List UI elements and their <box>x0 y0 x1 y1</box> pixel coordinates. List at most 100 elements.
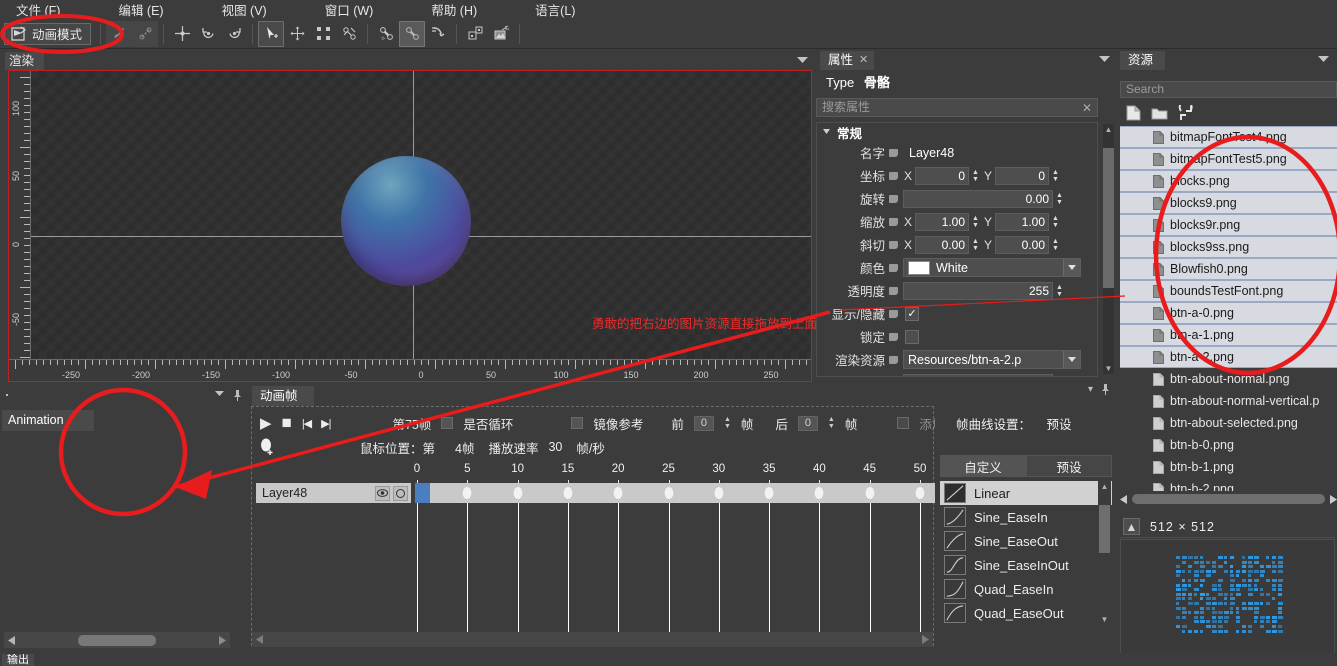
timeline-track-header[interactable]: Layer48 <box>256 483 411 503</box>
stop-button[interactable]: ■ <box>282 413 292 433</box>
timeline-playhead-block[interactable] <box>415 483 430 503</box>
keyframe-marker[interactable] <box>713 486 725 500</box>
loop-checkbox[interactable] <box>441 417 454 429</box>
resource-list-item[interactable]: boundsTestFont.png <box>1120 280 1337 302</box>
open-folder-icon[interactable] <box>1151 106 1168 121</box>
skew-y-input[interactable]: 0.00 <box>995 235 1049 254</box>
tab-preset-curve[interactable]: 预设 <box>1026 455 1112 477</box>
resources-menu-chevron-icon[interactable] <box>1318 56 1329 63</box>
after-frames-input[interactable]: 0 <box>797 415 818 431</box>
keyframe-marker[interactable] <box>763 486 775 500</box>
resource-list-item[interactable]: btn-about-normal-vertical.p <box>1120 390 1337 412</box>
resources-list[interactable]: bitmapFontTest4.png bitmapFontTest5.png bl… <box>1120 126 1337 491</box>
last-frame-button[interactable]: ▶| <box>321 417 331 430</box>
new-file-icon[interactable] <box>1126 105 1141 121</box>
clear-search-icon[interactable]: ✕ <box>1082 100 1092 117</box>
output-tab[interactable]: 输出 <box>2 654 34 666</box>
position-y-stepper[interactable]: ▲ ▼ <box>1050 167 1061 185</box>
properties-tab[interactable]: 属性 ✕ <box>820 51 875 70</box>
curve-preset-item[interactable]: Linear <box>940 481 1112 505</box>
scroll-down-icon[interactable]: ▼ <box>1099 614 1110 625</box>
keyframe-toggle-icon[interactable] <box>885 171 901 180</box>
menu-file[interactable]: 文件 (F) <box>6 0 70 19</box>
keyframe-toggle-icon[interactable] <box>885 217 901 226</box>
viewport-tab-render[interactable]: 渲染 <box>5 52 45 70</box>
mirror-checkbox[interactable] <box>571 417 584 429</box>
scale-x-stepper[interactable]: ▲ ▼ <box>970 213 981 231</box>
resources-tab[interactable]: 资源 <box>1120 51 1166 70</box>
scroll-right-icon[interactable] <box>1328 494 1337 504</box>
scroll-up-icon[interactable]: ▲ <box>1099 481 1110 492</box>
chevron-down-icon[interactable] <box>1063 351 1080 368</box>
close-icon[interactable]: ✕ <box>859 51 868 70</box>
skew-y-stepper[interactable]: ▲ ▼ <box>1050 236 1061 254</box>
keyframe-toggle-icon[interactable] <box>885 194 901 203</box>
move-pivot-icon[interactable] <box>169 21 195 47</box>
resource-list-item[interactable]: btn-a-2.png <box>1120 346 1337 368</box>
keyframe-marker[interactable] <box>512 486 524 500</box>
image-icon[interactable] <box>488 21 514 47</box>
resource-list-item[interactable]: Blowfish0.png <box>1120 258 1337 280</box>
bottom-left-pin-icon[interactable] <box>233 390 242 401</box>
menu-language[interactable]: 语言(L) <box>525 0 585 19</box>
skew-x-stepper[interactable]: ▲ ▼ <box>970 236 981 254</box>
bottom-left-scrollbar[interactable] <box>4 632 230 648</box>
scale-x-input[interactable]: 1.00 <box>915 212 969 231</box>
color-combo[interactable]: White <box>903 258 1081 277</box>
keyframe-toggle-icon[interactable] <box>885 148 901 157</box>
menu-window[interactable]: 窗口 (W) <box>315 0 384 19</box>
ik-icon[interactable] <box>425 21 451 47</box>
bottom-left-chevron-icon[interactable] <box>215 391 224 397</box>
group-icon[interactable] <box>462 21 488 47</box>
curve-scrollbar-thumb[interactable] <box>1099 505 1110 553</box>
position-x-stepper[interactable]: ▲ ▼ <box>970 167 981 185</box>
resource-list-item[interactable]: bitmapFontTest5.png <box>1120 148 1337 170</box>
resource-list-item[interactable]: btn-b-1.png <box>1120 456 1337 478</box>
animation-side-tab[interactable]: Animation <box>2 410 94 431</box>
play-button[interactable]: ▶ <box>260 414 272 432</box>
keyframe-toggle-icon[interactable] <box>885 309 901 318</box>
animation-mode-button[interactable]: 动画模式 <box>4 22 92 45</box>
collapse-up-icon[interactable]: ▲ <box>1123 518 1140 535</box>
keyframe-toggle-icon[interactable] <box>885 332 901 341</box>
resources-horizontal-scrollbar[interactable] <box>1120 492 1337 506</box>
refresh-icon[interactable] <box>1178 105 1194 121</box>
before-frames-stepper[interactable]: ▲ ▼ <box>724 416 731 430</box>
keyframe-toggle-icon[interactable] <box>885 355 901 364</box>
scale-tool-icon[interactable] <box>310 21 336 47</box>
preview-body[interactable] <box>1120 539 1335 663</box>
properties-footer-chevron-icon[interactable]: ▾ <box>1088 384 1093 395</box>
rotate-cw-icon[interactable] <box>221 21 247 47</box>
bone-chain-icon[interactable] <box>373 21 399 47</box>
resource-list-item[interactable]: btn-b-0.png <box>1120 434 1337 456</box>
tab-custom-curve[interactable]: 自定义 <box>940 455 1026 477</box>
curve-list-scrollbar[interactable]: ▲ ▼ <box>1098 481 1111 625</box>
keyframe-marker[interactable] <box>864 486 876 500</box>
before-frames-input[interactable]: 0 <box>693 415 714 431</box>
opacity-input[interactable]: 255 <box>903 281 1053 300</box>
resource-list-item[interactable]: btn-about-normal.png <box>1120 368 1337 390</box>
partial-input[interactable] <box>903 373 1053 376</box>
add-keyframe-icon[interactable] <box>260 438 276 456</box>
curve-preset-item[interactable]: Quad_EaseIn <box>940 577 1112 601</box>
animation-frames-tab[interactable]: 动画帧 <box>252 386 314 406</box>
curve-preset-item[interactable]: Sine_EaseIn <box>940 505 1112 529</box>
resource-list-item[interactable]: btn-a-1.png <box>1120 324 1337 346</box>
bone-create-icon[interactable] <box>336 21 362 47</box>
properties-scrollbar-thumb[interactable] <box>1103 148 1114 288</box>
opacity-stepper[interactable]: ▲ ▼ <box>1054 282 1065 300</box>
render-resource-combo[interactable]: Resources/btn-a-2.p <box>903 350 1081 369</box>
resource-list-item[interactable]: btn-b-2.png <box>1120 478 1337 491</box>
keyframe-toggle-icon[interactable] <box>885 263 901 272</box>
rotate-tool-icon[interactable] <box>284 21 310 47</box>
scale-y-input[interactable]: 1.00 <box>995 212 1049 231</box>
keyframe-marker[interactable] <box>663 486 674 500</box>
unlink-icon[interactable] <box>132 20 159 47</box>
sphere-object[interactable] <box>341 156 471 286</box>
eye-icon[interactable] <box>375 485 390 501</box>
record-circle-icon[interactable] <box>393 485 408 501</box>
rotate-ccw-icon[interactable] <box>195 21 221 47</box>
scroll-right-icon[interactable] <box>217 635 226 645</box>
resource-list-item[interactable]: blocks9ss.png <box>1120 236 1337 258</box>
scroll-down-icon[interactable]: ▼ <box>1103 363 1114 374</box>
